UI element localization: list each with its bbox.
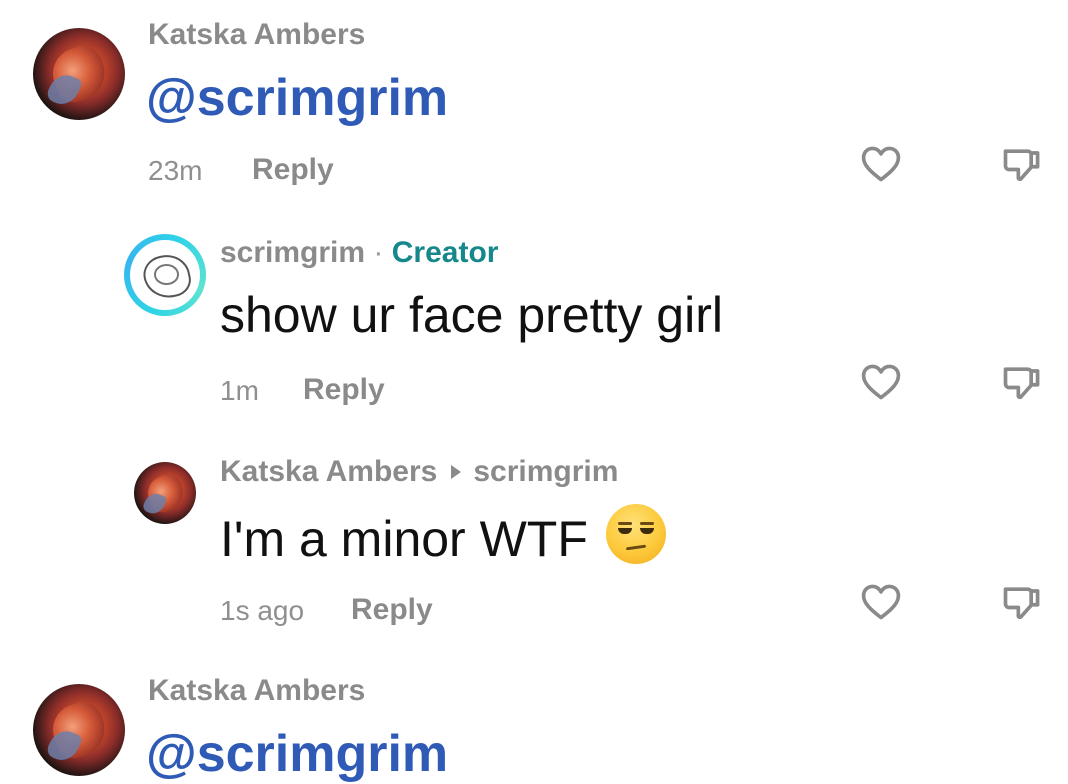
reply-button[interactable]: Reply [252,153,334,187]
comment-text: show ur face pretty girl [220,287,723,343]
heart-outline-icon[interactable] [859,360,903,404]
heart-outline-icon[interactable] [859,142,903,186]
comment-timestamp: 1m [220,375,259,406]
comment-mention[interactable]: @scrimgrim [146,68,448,128]
reply-target[interactable]: scrimgrim [473,455,618,488]
thumbs-down-outline-icon[interactable] [1000,580,1044,624]
unamused-face-icon [605,504,666,564]
reply-author-line: scrimgrim · Creator [220,236,498,270]
comment-item: Katska Ambers @scrimgrim 23m Reply [0,0,1068,200]
comment-mention[interactable]: @scrimgrim [146,724,448,784]
creator-avatar[interactable] [124,234,206,316]
creator-badge: Creator [391,236,499,269]
avatar-sketch-detail [153,263,179,285]
reply-author-line: Katska Ambers scrimgrim [220,455,618,489]
heart-outline-icon[interactable] [859,580,903,624]
thumbs-down-outline-icon[interactable] [1000,142,1044,186]
avatar[interactable] [33,684,125,776]
comment-timestamp: 23m [148,155,203,186]
avatar[interactable] [33,28,125,120]
reply-arrow-icon [451,464,462,479]
thumbs-down-outline-icon[interactable] [1000,360,1044,404]
comment-item: Katska Ambers @scrimgrim [0,660,1068,784]
separator-dot: · [365,236,392,269]
creator-avatar-image [130,240,200,310]
avatar[interactable] [134,462,196,524]
comment-author[interactable]: Katska Ambers [148,674,365,708]
comment-text: I'm a minor WTF [220,511,588,567]
reply-author[interactable]: Katska Ambers [220,455,437,488]
reply-button[interactable]: Reply [303,373,385,407]
reply-item: scrimgrim · Creator show ur face pretty … [0,220,1068,430]
reply-button[interactable]: Reply [351,593,433,627]
comment-author[interactable]: Katska Ambers [148,18,365,52]
reply-author[interactable]: scrimgrim [220,236,365,269]
reply-item: Katska Ambers scrimgrim I'm a minor WTF 1… [0,440,1068,650]
comment-timestamp: 1s ago [220,595,305,626]
comment-text-line: I'm a minor WTF [220,504,666,568]
